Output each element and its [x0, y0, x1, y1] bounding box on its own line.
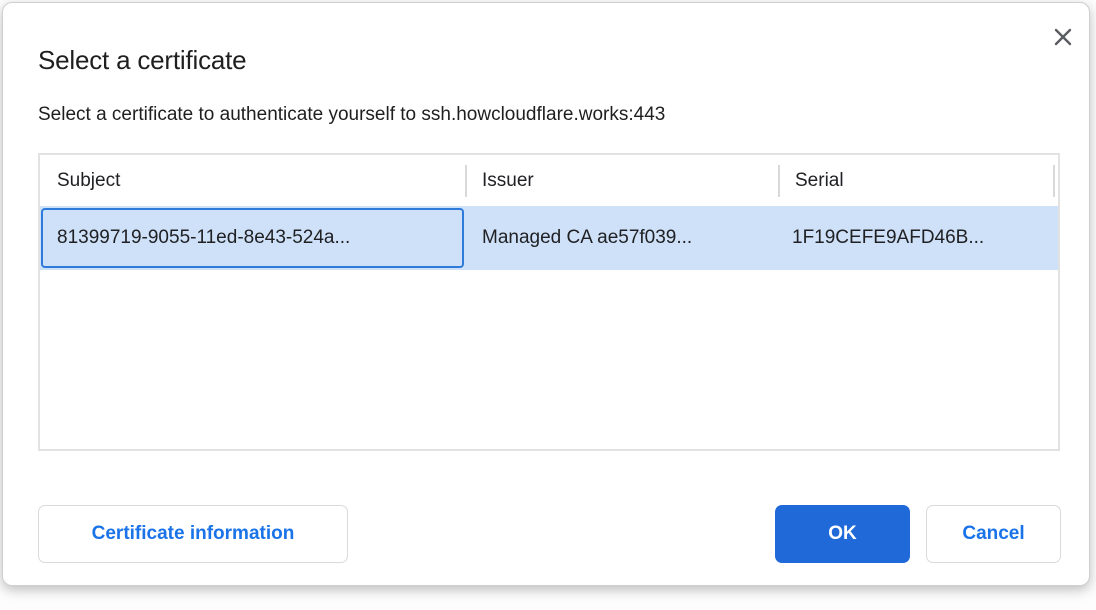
screen: Select a certificate Select a certificat…	[0, 0, 1096, 610]
close-button[interactable]	[1049, 23, 1077, 51]
cell-issuer: Managed CA ae57f039...	[465, 227, 778, 249]
table-header: Subject Issuer Serial	[40, 155, 1058, 206]
dialog-title: Select a certificate	[38, 45, 246, 76]
close-icon	[1052, 26, 1074, 48]
cell-subject-value: 81399719-9055-11ed-8e43-524a...	[57, 227, 350, 248]
table-empty-area	[40, 270, 1058, 449]
cell-serial-value: 1F19CEFE9AFD46B...	[792, 227, 984, 248]
column-header-subject: Subject	[40, 170, 465, 192]
column-divider	[1053, 165, 1055, 197]
column-header-serial: Serial	[778, 170, 1058, 192]
cell-subject: 81399719-9055-11ed-8e43-524a...	[40, 227, 465, 249]
certificate-row[interactable]: 81399719-9055-11ed-8e43-524a... Managed …	[40, 206, 1058, 270]
cell-serial: 1F19CEFE9AFD46B...	[778, 227, 1058, 249]
dialog-subtitle: Select a certificate to authenticate you…	[38, 104, 665, 126]
certificate-table: Subject Issuer Serial 81399719-9055-11ed…	[38, 153, 1060, 451]
column-header-issuer: Issuer	[465, 170, 778, 192]
column-divider	[465, 165, 467, 197]
cancel-button[interactable]: Cancel	[926, 505, 1061, 563]
certificate-information-button[interactable]: Certificate information	[38, 505, 348, 563]
cell-issuer-value: Managed CA ae57f039...	[482, 227, 692, 248]
ok-button[interactable]: OK	[775, 505, 910, 563]
certificate-dialog: Select a certificate Select a certificat…	[2, 2, 1090, 586]
column-divider	[778, 165, 780, 197]
